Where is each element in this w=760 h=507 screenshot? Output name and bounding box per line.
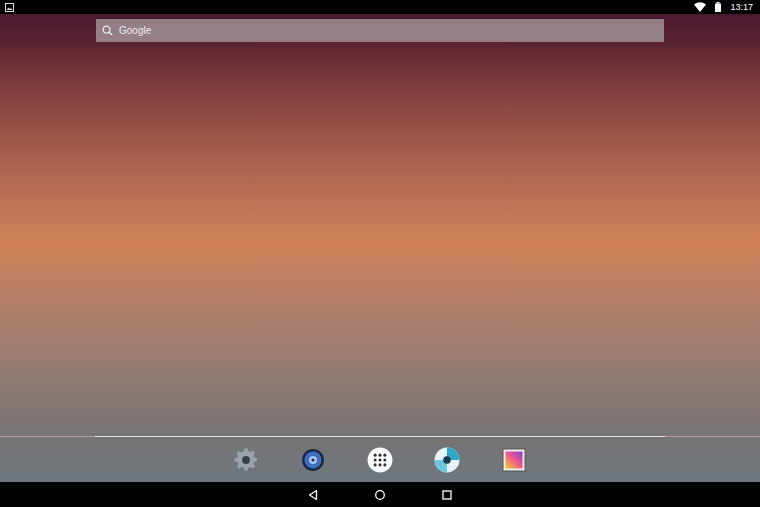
search-icon [102, 25, 113, 36]
home-screen: 13:17 Google [0, 0, 760, 507]
wallpaper: Google [0, 14, 760, 482]
dock-app[interactable] [434, 447, 460, 473]
music-player-icon[interactable] [301, 448, 325, 472]
nav-button[interactable] [374, 489, 386, 501]
notification-image-icon [5, 3, 14, 12]
battery-icon [715, 2, 721, 12]
search-placeholder: Google [119, 24, 151, 38]
settings-gear-icon[interactable] [233, 447, 259, 473]
dock-app[interactable] [300, 447, 326, 473]
app-drawer-icon[interactable] [367, 447, 393, 473]
dock [0, 437, 760, 482]
search-bar[interactable]: Google [96, 19, 664, 42]
back-icon[interactable] [307, 489, 319, 501]
status-bar: 13:17 [0, 0, 760, 14]
nav-bar [0, 482, 760, 507]
home-icon[interactable] [374, 489, 386, 501]
dock-app[interactable] [233, 447, 259, 473]
browser-disc-icon[interactable] [434, 447, 460, 473]
gallery-icon[interactable] [502, 448, 526, 472]
wifi-icon [694, 2, 706, 12]
dock-app[interactable] [367, 447, 393, 473]
nav-button[interactable] [307, 489, 319, 501]
nav-button[interactable] [441, 489, 453, 501]
recents-icon[interactable] [441, 489, 453, 501]
clock: 13:17 [730, 1, 755, 13]
dock-app[interactable] [501, 447, 527, 473]
